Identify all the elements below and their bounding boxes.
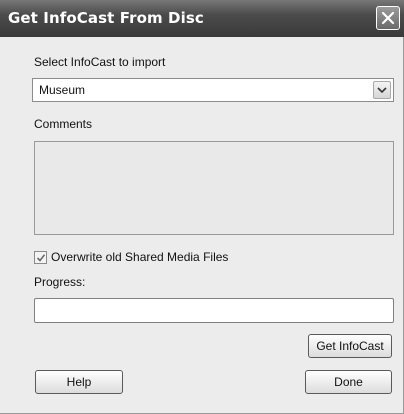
comments-label: Comments [34,117,93,131]
chevron-down-icon [377,87,387,94]
infocast-select-value: Museum [39,83,86,97]
select-infocast-label: Select InfoCast to import [34,55,166,69]
comments-textarea[interactable] [34,141,394,235]
progress-bar [34,298,394,323]
progress-label: Progress: [34,275,86,289]
window-title: Get InfoCast From Disc [8,9,204,27]
infocast-select-arrow[interactable] [373,81,391,99]
overwrite-checkbox[interactable] [34,251,47,264]
infocast-select[interactable]: Museum [32,78,394,102]
get-infocast-button[interactable]: Get InfoCast [308,334,392,358]
close-button[interactable] [376,6,400,30]
close-icon [381,11,395,25]
overwrite-label: Overwrite old Shared Media Files [51,250,229,264]
checkmark-icon [36,254,46,262]
help-button[interactable]: Help [35,370,123,394]
get-infocast-dialog: Get InfoCast From Disc Select InfoCast t… [0,0,404,414]
title-bar[interactable]: Get InfoCast From Disc [0,0,404,37]
done-button[interactable]: Done [305,370,392,394]
